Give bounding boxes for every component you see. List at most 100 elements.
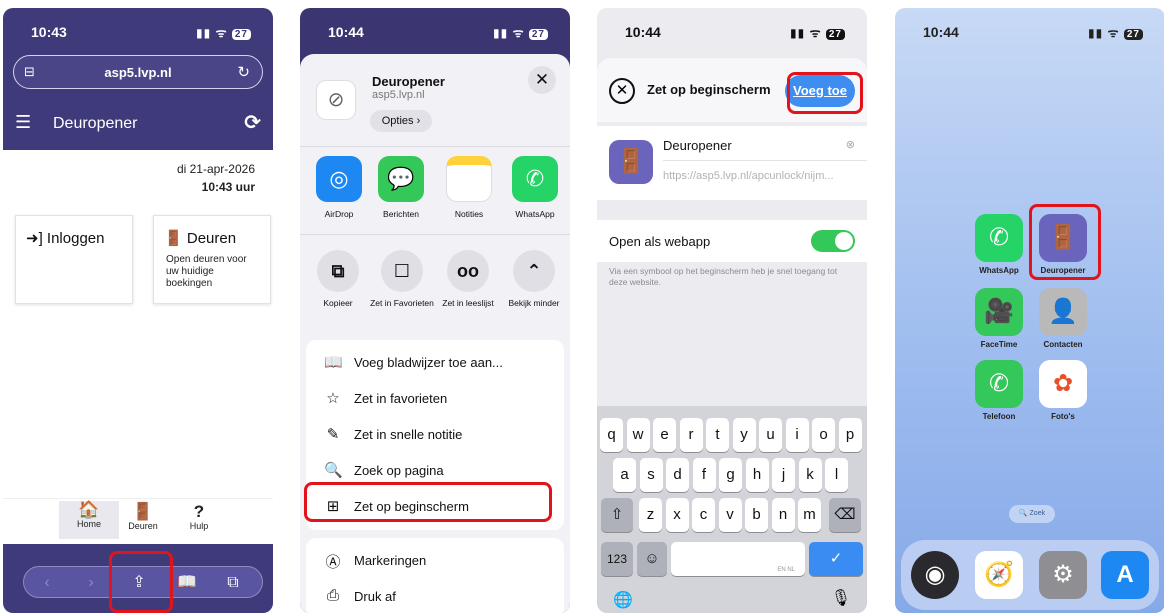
- key-z[interactable]: z: [639, 498, 662, 532]
- airdrop-icon: ◎: [316, 156, 362, 202]
- notes-icon: [446, 156, 492, 202]
- key-b[interactable]: b: [745, 498, 768, 532]
- app-whatsapp[interactable]: ✆ WhatsApp: [969, 214, 1029, 275]
- reload-icon[interactable]: ↻: [237, 63, 250, 81]
- dock: ◉ 🧭 ⚙ A: [901, 540, 1159, 610]
- webapp-label: Open als webapp: [609, 234, 711, 249]
- battery-icon: 27: [231, 29, 251, 40]
- key-f[interactable]: f: [692, 458, 716, 492]
- tab-deuren[interactable]: 🚪 Deuren: [113, 502, 173, 532]
- menu-item-markeringen[interactable]: Ⓐ Markeringen: [306, 542, 564, 578]
- doors-card[interactable]: 🚪 Deuren Open deuren voor uw huidige boe…: [153, 215, 271, 304]
- doors-card-title: 🚪 Deuren: [164, 230, 237, 247]
- app-store-icon[interactable]: A: [1101, 551, 1149, 599]
- date-time: di 21-apr-2026 10:43 uur: [177, 160, 255, 196]
- numbers-key[interactable]: 123: [601, 542, 633, 576]
- key-p[interactable]: p: [838, 418, 862, 452]
- key-g[interactable]: g: [719, 458, 742, 492]
- app-name-field[interactable]: Deuropener: [663, 138, 732, 153]
- key-y[interactable]: y: [732, 418, 756, 452]
- back-icon[interactable]: ‹: [34, 571, 60, 595]
- safari-icon[interactable]: 🧭: [975, 551, 1023, 599]
- bookmarks-icon[interactable]: 📖: [174, 571, 200, 595]
- share-app-berichten[interactable]: 💬 Berichten: [372, 156, 430, 219]
- action-kopieer[interactable]: ⧉ Kopieer: [306, 250, 370, 308]
- close-icon[interactable]: ✕: [609, 78, 635, 104]
- search-pill[interactable]: 🔍 Zoek: [1009, 505, 1055, 523]
- close-icon[interactable]: ✕: [528, 66, 556, 94]
- space-key[interactable]: EN NL: [671, 542, 805, 576]
- refresh-icon[interactable]: ⟳: [244, 110, 261, 135]
- menu-item-druk-af[interactable]: ⎙ Druk af: [306, 578, 564, 613]
- app-fotos[interactable]: ✿ Foto's: [1033, 360, 1093, 421]
- options-button[interactable]: Opties ›: [370, 110, 432, 132]
- key-e[interactable]: e: [653, 418, 676, 452]
- key-v[interactable]: v: [718, 498, 742, 532]
- key-m[interactable]: m: [798, 498, 821, 532]
- help-icon: ?: [193, 502, 205, 521]
- key-c[interactable]: c: [692, 498, 715, 532]
- divider: [300, 234, 570, 235]
- contacts-icon: 👤: [1039, 288, 1087, 336]
- key-u[interactable]: u: [759, 418, 782, 452]
- book-icon: 📖: [324, 354, 343, 371]
- key-h[interactable]: h: [745, 458, 769, 492]
- phone-browser-screen: 10:43 ▮▮ ᯤ 27 ⊟ asp5.lvp.nl ↻ ☰ Deuropen…: [3, 8, 273, 613]
- door-icon: 🚪: [164, 230, 183, 247]
- action-bekijk-minder[interactable]: ⌃ Bekijk minder: [502, 250, 566, 308]
- key-t[interactable]: t: [706, 418, 729, 452]
- key-w[interactable]: w: [626, 418, 650, 452]
- webapp-row: Open als webapp: [597, 220, 867, 262]
- compass-icon: ⊘: [316, 80, 356, 120]
- key-j[interactable]: j: [772, 458, 795, 492]
- key-k[interactable]: k: [798, 458, 822, 492]
- key-o[interactable]: o: [812, 418, 835, 452]
- globe-icon[interactable]: 🌐: [613, 590, 633, 610]
- settings-icon[interactable]: ⚙: [1039, 551, 1087, 599]
- menu-item-bladwijzer[interactable]: 📖 Voeg bladwijzer toe aan...: [306, 344, 564, 380]
- status-time: 10:44: [328, 24, 364, 40]
- key-n[interactable]: n: [771, 498, 795, 532]
- key-a[interactable]: a: [613, 458, 636, 492]
- battery-icon: 27: [825, 29, 845, 40]
- keyboard: qwertyuiop asdfghjkl zxcvbnm ⇧ ⌫ 123 ☺ E…: [597, 406, 867, 613]
- doors-card-desc: Open deuren voor uw huidige boekingen: [166, 254, 247, 289]
- tab-home[interactable]: 🏠 Home: [59, 501, 119, 539]
- return-key[interactable]: ✓: [809, 542, 863, 576]
- key-l[interactable]: l: [825, 458, 848, 492]
- app-telefoon[interactable]: ✆ Telefoon: [969, 360, 1029, 421]
- tab-hulp[interactable]: ? Hulp: [169, 502, 229, 532]
- mic-icon[interactable]: 🎙: [831, 588, 851, 608]
- key-x[interactable]: x: [665, 498, 689, 532]
- tabs-icon[interactable]: ⧉: [220, 571, 246, 595]
- menu-group-2: Ⓐ Markeringen ⎙ Druk af: [306, 538, 564, 613]
- key-s[interactable]: s: [639, 458, 663, 492]
- clear-icon[interactable]: ⊗: [846, 138, 855, 151]
- login-card[interactable]: ➜] Inloggen: [15, 215, 133, 304]
- key-d[interactable]: d: [666, 458, 689, 492]
- quick-note-icon: ✎: [326, 426, 340, 443]
- share-app-airdrop[interactable]: ◎ AirDrop: [310, 156, 368, 219]
- battery-icon: 27: [1123, 29, 1143, 40]
- key-q[interactable]: q: [600, 418, 623, 452]
- backspace-key[interactable]: ⌫: [829, 498, 861, 532]
- emoji-key[interactable]: ☺: [637, 542, 667, 576]
- share-app-notities[interactable]: Notities: [440, 156, 498, 219]
- hamburger-menu-icon[interactable]: ☰: [15, 112, 31, 133]
- shift-key[interactable]: ⇧: [601, 498, 633, 532]
- address-bar[interactable]: ⊟ asp5.lvp.nl ↻: [13, 55, 263, 89]
- app-contacten[interactable]: 👤 Contacten: [1033, 288, 1093, 349]
- menu-item-snelle-notitie[interactable]: ✎ Zet in snelle notitie: [306, 416, 564, 452]
- share-app-whatsapp[interactable]: ✆ WhatsApp: [506, 156, 564, 219]
- camera-icon[interactable]: ◉: [911, 551, 959, 599]
- key-i[interactable]: i: [785, 418, 809, 452]
- forward-icon[interactable]: ›: [78, 571, 104, 595]
- webapp-note: Via een symbool op het beginscherm heb j…: [609, 266, 838, 287]
- action-leeslijst[interactable]: oo Zet in leeslijst: [436, 250, 500, 308]
- action-favorieten[interactable]: ☐ Zet in Favorieten: [370, 250, 434, 308]
- app-facetime[interactable]: 🎥 FaceTime: [969, 288, 1029, 349]
- door-icon: 🚪: [132, 502, 154, 521]
- webapp-toggle[interactable]: [811, 230, 855, 252]
- menu-item-favorieten[interactable]: ☆ Zet in favorieten: [306, 380, 564, 416]
- key-r[interactable]: r: [679, 418, 703, 452]
